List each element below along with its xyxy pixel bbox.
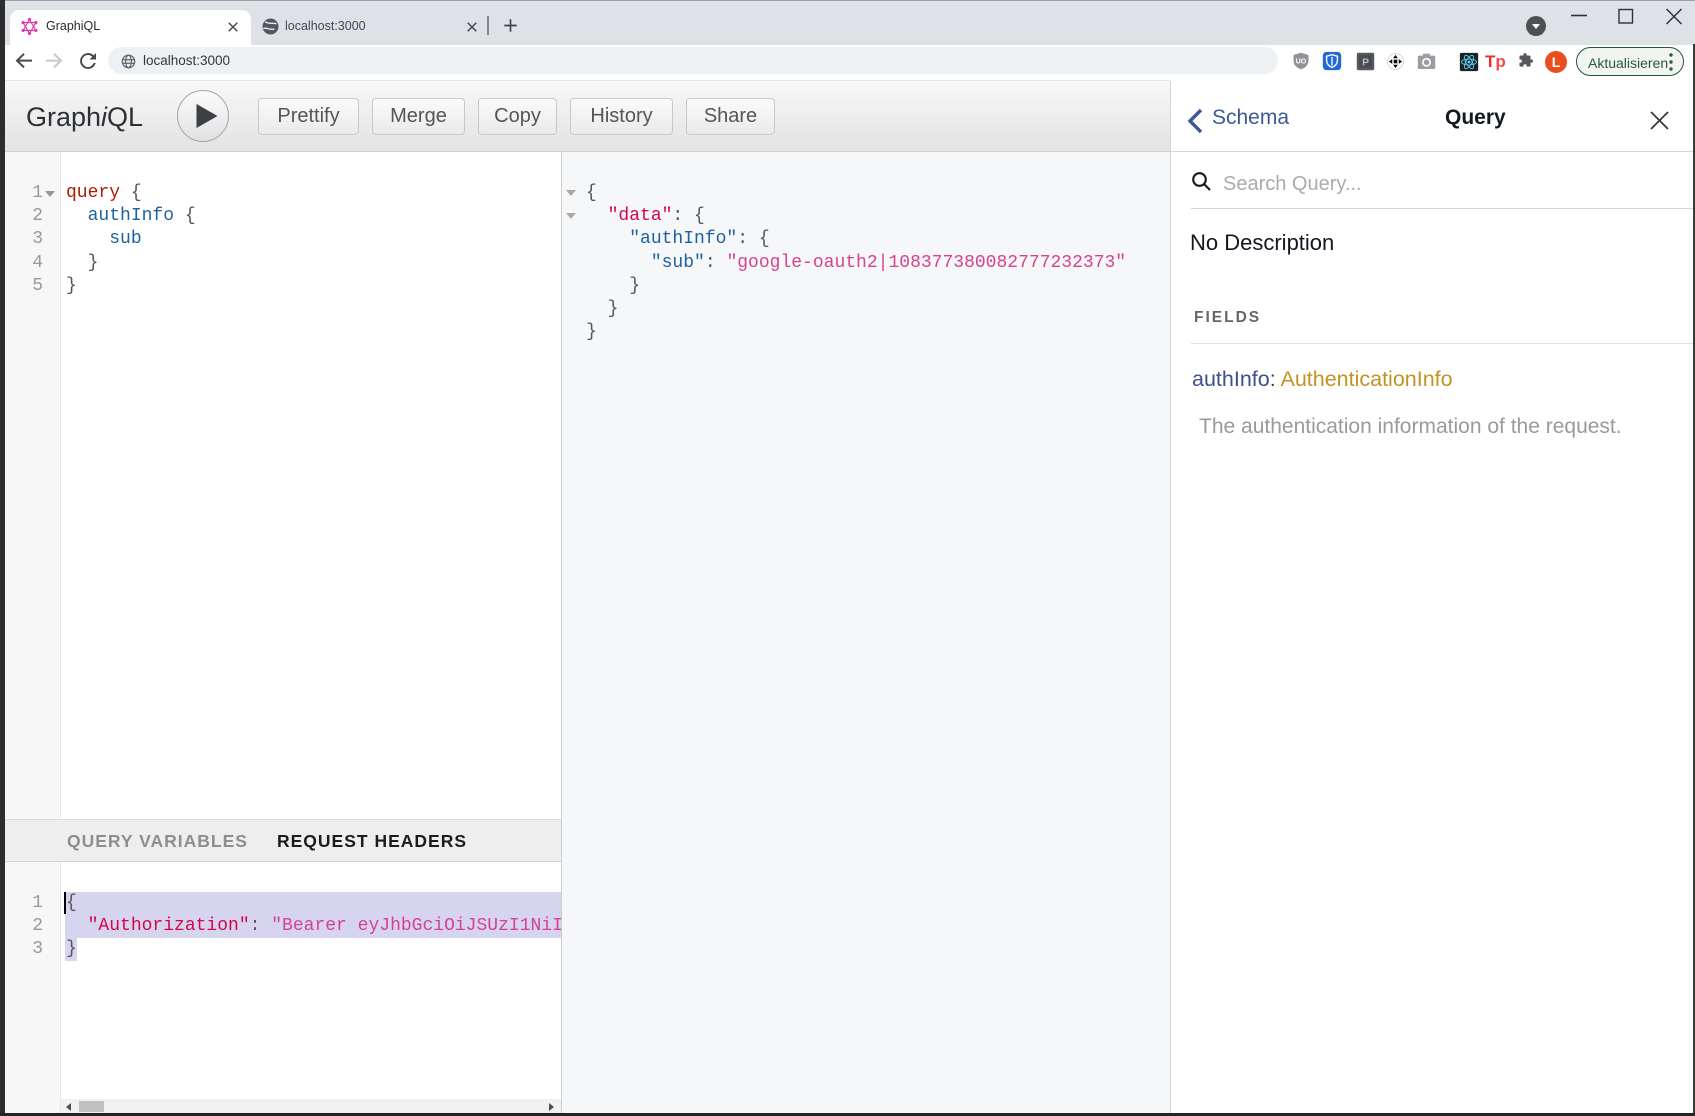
svg-text:UO: UO xyxy=(1296,57,1307,65)
svg-text:P: P xyxy=(1362,57,1369,68)
